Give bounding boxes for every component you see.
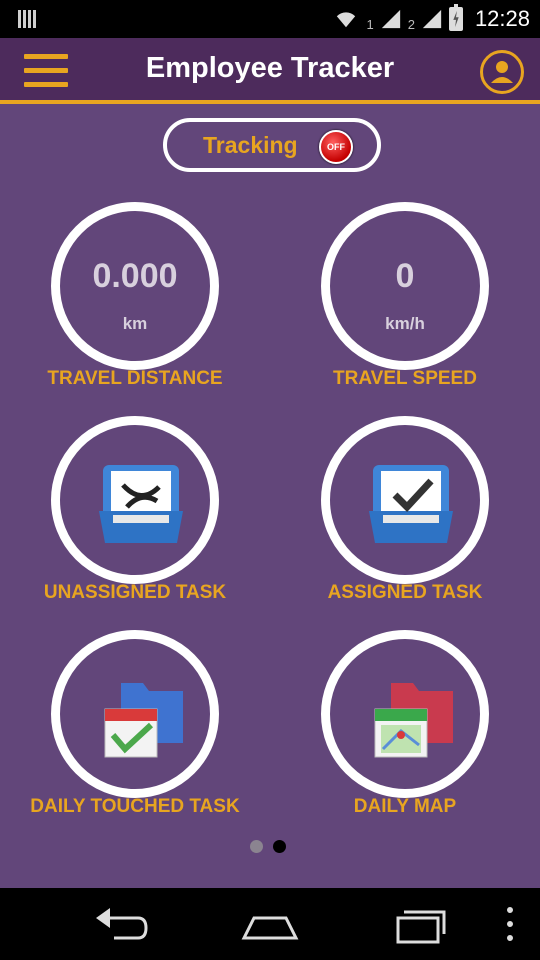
tracking-toggle[interactable]: Tracking OFF — [163, 118, 381, 172]
distance-unit: km — [122, 314, 148, 333]
folder-calendar-icon — [104, 683, 183, 758]
distance-ring: 0.000 km — [51, 202, 219, 370]
status-time: 12:28 — [474, 6, 530, 31]
unassigned-ring — [51, 416, 219, 584]
daily-map-ring — [321, 630, 489, 798]
signal-icon — [381, 9, 400, 29]
daily-touched-ring — [51, 630, 219, 798]
wifi-icon — [337, 12, 356, 28]
status-icons: 1 2 12:28 — [332, 0, 530, 38]
speed-unit: km/h — [385, 314, 425, 333]
dashboard: Tracking OFF 0.000 km TRAVEL DISTANCE 0 … — [0, 104, 540, 888]
page-indicator — [250, 840, 286, 853]
status-bar: 1 2 12:28 — [0, 0, 540, 38]
home-icon[interactable] — [238, 902, 302, 946]
assigned-task-tile[interactable]: ASSIGNED TASK — [270, 416, 540, 628]
inbox-check-icon — [369, 465, 453, 543]
travel-speed-tile[interactable]: 0 km/h TRAVEL SPEED — [270, 202, 540, 414]
app-bar: Employee Tracker — [0, 38, 540, 104]
unassigned-task-tile[interactable]: UNASSIGNED TASK — [0, 416, 270, 628]
inbox-x-icon — [99, 465, 183, 543]
speed-value: 0 — [395, 257, 415, 295]
barcode-icon — [18, 10, 36, 28]
tracking-off-button[interactable]: OFF — [319, 130, 353, 164]
sim2-label: 2 — [407, 16, 415, 32]
navigation-bar — [0, 888, 540, 960]
daily-map-label: DAILY MAP — [353, 796, 457, 817]
app-title: Employee Tracker — [145, 52, 395, 84]
distance-value: 0.000 — [92, 257, 178, 295]
page-dot-1[interactable] — [250, 840, 263, 853]
unassigned-task-label: UNASSIGNED TASK — [43, 582, 227, 603]
speed-ring: 0 km/h — [321, 202, 489, 370]
folder-map-icon — [374, 683, 453, 758]
daily-touched-task-label: DAILY TOUCHED TASK — [30, 796, 240, 817]
user-profile-icon[interactable] — [480, 50, 524, 94]
page-dot-2[interactable] — [273, 840, 286, 853]
sim1-label: 1 — [366, 16, 374, 32]
signal-icon — [422, 9, 442, 29]
assigned-ring — [321, 416, 489, 584]
overflow-menu-icon[interactable] — [478, 902, 540, 946]
back-icon[interactable] — [88, 902, 152, 946]
assigned-task-label: ASSIGNED TASK — [327, 582, 483, 603]
travel-distance-label: TRAVEL DISTANCE — [47, 368, 223, 389]
daily-touched-task-tile[interactable]: DAILY TOUCHED TASK — [0, 630, 270, 842]
tracking-label: Tracking — [203, 132, 298, 158]
travel-speed-label: TRAVEL SPEED — [333, 368, 477, 389]
battery-charging-icon — [448, 4, 463, 31]
recents-icon[interactable] — [390, 902, 454, 946]
travel-distance-tile[interactable]: 0.000 km TRAVEL DISTANCE — [0, 202, 270, 414]
daily-map-tile[interactable]: DAILY MAP — [270, 630, 540, 842]
